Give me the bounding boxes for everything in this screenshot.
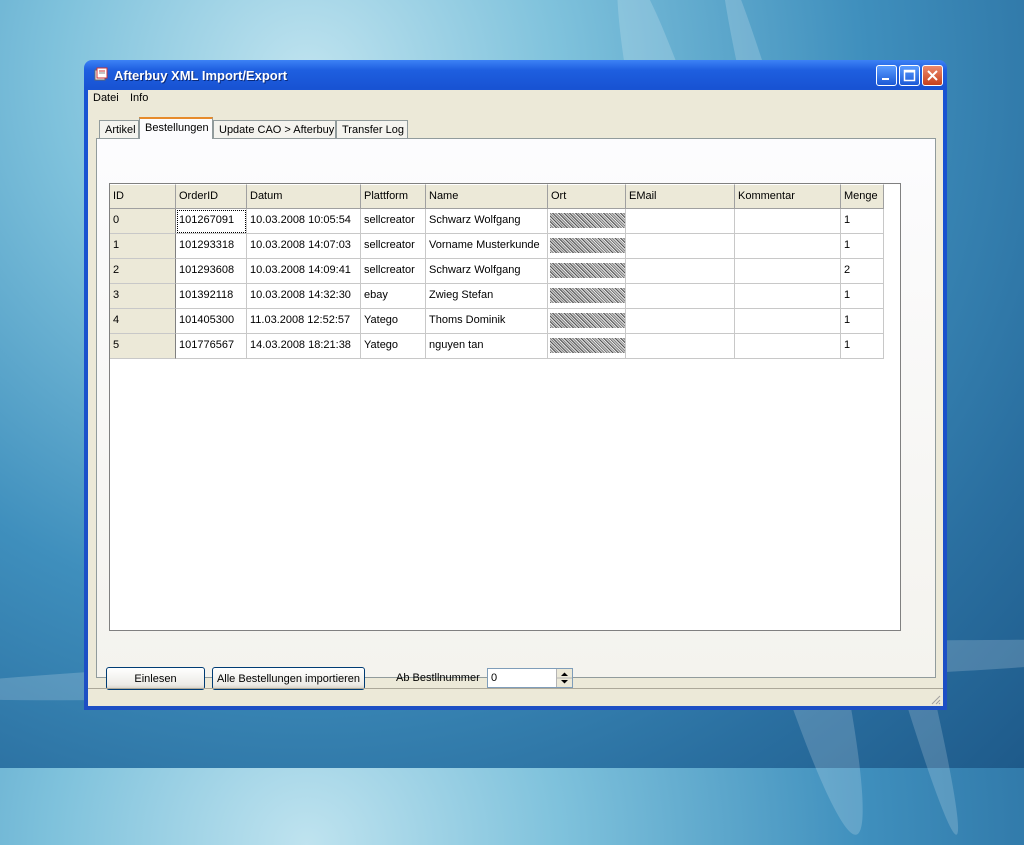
col-header-menge[interactable]: Menge xyxy=(841,184,884,209)
redacted-ort-email xyxy=(550,213,625,228)
status-bar xyxy=(88,688,943,707)
col-header-kommentar[interactable]: Kommentar xyxy=(735,184,841,209)
app-icon xyxy=(94,67,108,81)
ab-bestellnummer-stepper[interactable]: 0 xyxy=(487,668,573,688)
cell-name[interactable]: Vorname Musterkunde xyxy=(426,234,548,259)
window-title: Afterbuy XML Import/Export xyxy=(114,68,288,83)
col-header-datum[interactable]: Datum xyxy=(247,184,361,209)
cell-id[interactable]: 3 xyxy=(110,284,176,309)
col-header-plattform[interactable]: Plattform xyxy=(361,184,426,209)
maximize-button[interactable] xyxy=(899,65,920,86)
cell-id[interactable]: 2 xyxy=(110,259,176,284)
resize-grip-icon[interactable] xyxy=(929,693,941,705)
cell-email[interactable] xyxy=(626,334,735,359)
cell-plattform[interactable]: sellcreator xyxy=(361,259,426,284)
client-area: Datei Info Artikel Bestellungen Update C… xyxy=(88,90,943,706)
cell-plattform[interactable]: Yatego xyxy=(361,334,426,359)
cell-kommentar[interactable] xyxy=(735,284,841,309)
tab-update-cao[interactable]: Update CAO > Afterbuy xyxy=(213,120,336,138)
cell-orderid[interactable]: 101293608 xyxy=(176,259,247,284)
cell-name[interactable]: Zwieg Stefan xyxy=(426,284,548,309)
cell-orderid[interactable]: 101776567 xyxy=(176,334,247,359)
ab-bestellnummer-label: Ab Bestllnummer xyxy=(396,672,480,684)
cell-ort[interactable] xyxy=(548,234,626,259)
cell-menge[interactable]: 2 xyxy=(841,259,884,284)
cell-orderid[interactable]: 101267091 xyxy=(176,209,247,234)
menu-bar: Datei Info xyxy=(88,90,943,108)
close-button[interactable] xyxy=(922,65,943,86)
redacted-ort-email xyxy=(550,338,625,353)
minimize-button[interactable] xyxy=(876,65,897,86)
cell-ort[interactable] xyxy=(548,259,626,284)
cell-name[interactable]: Schwarz Wolfgang xyxy=(426,209,548,234)
cell-kommentar[interactable] xyxy=(735,209,841,234)
cell-menge[interactable]: 1 xyxy=(841,309,884,334)
close-icon xyxy=(927,70,938,81)
cell-datum[interactable]: 14.03.2008 18:21:38 xyxy=(247,334,361,359)
cell-kommentar[interactable] xyxy=(735,259,841,284)
minimize-icon xyxy=(882,78,889,80)
tab-bestellungen[interactable]: Bestellungen xyxy=(139,117,213,139)
cell-email[interactable] xyxy=(626,209,735,234)
cell-name[interactable]: Schwarz Wolfgang xyxy=(426,259,548,284)
cell-plattform[interactable]: sellcreator xyxy=(361,209,426,234)
cell-datum[interactable]: 10.03.2008 10:05:54 xyxy=(247,209,361,234)
redacted-ort-email xyxy=(550,263,625,278)
cell-email[interactable] xyxy=(626,234,735,259)
cell-kommentar[interactable] xyxy=(735,309,841,334)
col-header-name[interactable]: Name xyxy=(426,184,548,209)
cell-id[interactable]: 1 xyxy=(110,234,176,259)
cell-email[interactable] xyxy=(626,284,735,309)
cell-plattform[interactable]: ebay xyxy=(361,284,426,309)
title-bar[interactable]: Afterbuy XML Import/Export xyxy=(88,60,943,90)
cell-id[interactable]: 4 xyxy=(110,309,176,334)
stepper-buttons[interactable] xyxy=(556,669,572,687)
cell-ort[interactable] xyxy=(548,284,626,309)
cell-ort[interactable] xyxy=(548,209,626,234)
cell-name[interactable]: Thoms Dominik xyxy=(426,309,548,334)
cell-kommentar[interactable] xyxy=(735,334,841,359)
import-all-orders-button[interactable]: Alle Bestellungen importieren xyxy=(212,667,365,690)
menu-datei[interactable]: Datei xyxy=(93,92,119,104)
tab-artikel[interactable]: Artikel xyxy=(99,120,139,138)
cell-menge[interactable]: 1 xyxy=(841,334,884,359)
cell-datum[interactable]: 11.03.2008 12:52:57 xyxy=(247,309,361,334)
app-window: Afterbuy XML Import/Export Datei Info Ar… xyxy=(84,60,947,710)
cell-menge[interactable]: 1 xyxy=(841,284,884,309)
cell-email[interactable] xyxy=(626,309,735,334)
cell-datum[interactable]: 10.03.2008 14:07:03 xyxy=(247,234,361,259)
cell-email[interactable] xyxy=(626,259,735,284)
maximize-icon xyxy=(903,69,916,82)
cell-datum[interactable]: 10.03.2008 14:32:30 xyxy=(247,284,361,309)
orders-grid[interactable]: ID OrderID Datum Plattform Name Ort EMai… xyxy=(109,183,901,631)
cell-name[interactable]: nguyen tan xyxy=(426,334,548,359)
col-header-orderid[interactable]: OrderID xyxy=(176,184,247,209)
redacted-ort-email xyxy=(550,238,625,253)
col-header-ort[interactable]: Ort xyxy=(548,184,626,209)
redacted-ort-email xyxy=(550,288,625,303)
redacted-ort-email xyxy=(550,313,625,328)
menu-info[interactable]: Info xyxy=(130,92,148,104)
cell-datum[interactable]: 10.03.2008 14:09:41 xyxy=(247,259,361,284)
cell-ort[interactable] xyxy=(548,309,626,334)
cell-id[interactable]: 5 xyxy=(110,334,176,359)
cell-menge[interactable]: 1 xyxy=(841,234,884,259)
orders-panel: ID OrderID Datum Plattform Name Ort EMai… xyxy=(96,138,936,678)
cell-orderid[interactable]: 101293318 xyxy=(176,234,247,259)
up-down-arrows-icon[interactable] xyxy=(557,669,572,687)
col-header-id[interactable]: ID xyxy=(110,184,176,209)
cell-orderid[interactable]: 101392118 xyxy=(176,284,247,309)
einlesen-button[interactable]: Einlesen xyxy=(106,667,205,690)
cell-orderid[interactable]: 101405300 xyxy=(176,309,247,334)
cell-menge[interactable]: 1 xyxy=(841,209,884,234)
cell-kommentar[interactable] xyxy=(735,234,841,259)
cell-plattform[interactable]: sellcreator xyxy=(361,234,426,259)
cell-id[interactable]: 0 xyxy=(110,209,176,234)
col-header-email[interactable]: EMail xyxy=(626,184,735,209)
ab-bestellnummer-value[interactable]: 0 xyxy=(491,672,497,684)
cell-ort[interactable] xyxy=(548,334,626,359)
cell-plattform[interactable]: Yatego xyxy=(361,309,426,334)
tab-transfer-log[interactable]: Transfer Log xyxy=(336,120,408,138)
